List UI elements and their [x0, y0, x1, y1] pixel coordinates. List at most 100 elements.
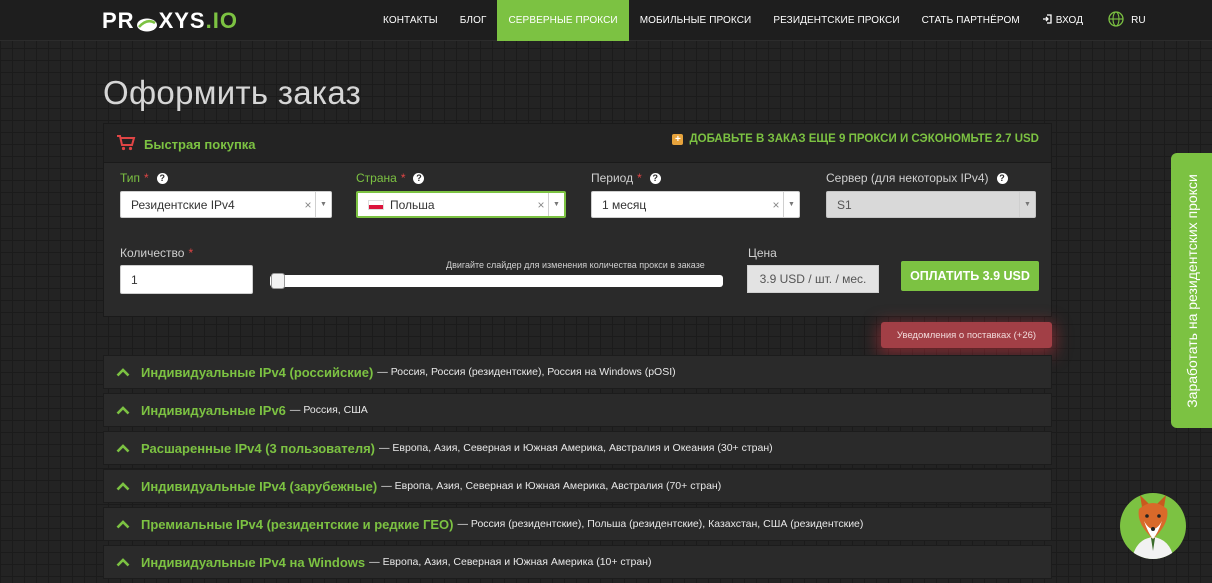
nav-item-contacts[interactable]: КОНТАКТЫ — [372, 0, 449, 41]
category-title: Индивидуальные IPv4 на Windows — [141, 554, 366, 570]
nav-item-resident-proxies[interactable]: РЕЗИДЕНТСКИЕ ПРОКСИ — [762, 0, 910, 41]
country-label-text: Страна — [356, 171, 397, 185]
category-row[interactable]: Индивидуальные IPv6 — Россия, США — [103, 393, 1052, 427]
side-tab-label: Заработать на резидентских прокси — [1183, 173, 1200, 408]
globe-icon — [1108, 11, 1124, 30]
clear-icon[interactable]: × — [769, 198, 783, 212]
login-icon — [1042, 14, 1052, 27]
server-label: Сервер (для некоторых IPv4) ? — [826, 171, 1038, 185]
category-row[interactable]: Индивидуальные IPv4 на Windows — Европа,… — [103, 545, 1052, 579]
category-title: Индивидуальные IPv6 — [141, 402, 286, 418]
help-icon[interactable]: ? — [156, 172, 168, 184]
plus-icon: + — [672, 133, 684, 145]
category-title: Индивидуальные IPv4 (российские) — [141, 364, 374, 380]
type-select[interactable]: Резидентские IPv4 × ▼ — [120, 191, 332, 218]
type-label: Тип * ? — [120, 171, 332, 185]
chevron-up-icon — [116, 519, 130, 529]
pay-button[interactable]: ОПЛАТИТЬ 3.9 USD — [901, 261, 1039, 291]
server-label-text: Сервер (для некоторых IPv4) — [826, 171, 989, 185]
required-mark: * — [144, 171, 149, 185]
category-description: — Европа, Азия, Северная и Южная Америка… — [381, 480, 722, 492]
clear-icon[interactable]: × — [534, 198, 548, 212]
required-mark: * — [400, 171, 406, 185]
price-label: Цена — [748, 246, 777, 260]
category-row[interactable]: Премиальные IPv4 (резидентские и редкие … — [103, 507, 1052, 541]
price-label-text: Цена — [748, 246, 777, 260]
login-label: ВХОД — [1055, 15, 1084, 26]
category-row[interactable]: Расшаренные IPv4 (3 пользователя) — Евро… — [103, 431, 1052, 465]
top-navbar: PR XYS .IO КОНТАКТЫ БЛОГ СЕРВЕРНЫЕ ПРОКС… — [0, 0, 1212, 41]
chevron-up-icon — [116, 557, 130, 567]
category-row[interactable]: Индивидуальные IPv4 (российские) — Росси… — [103, 355, 1052, 389]
period-label-text: Период — [591, 171, 634, 185]
logo-text-left: PR — [102, 8, 135, 33]
fox-mascot-icon — [1132, 495, 1174, 559]
chevron-down-icon[interactable]: ▼ — [548, 193, 564, 216]
category-row[interactable]: Индивидуальные IPv4 (зарубежные) — Европ… — [103, 469, 1052, 503]
chevron-up-icon — [116, 405, 130, 415]
period-select-value: 1 месяц — [602, 197, 647, 212]
page-title: Оформить заказ — [103, 74, 362, 111]
quantity-slider-handle[interactable] — [271, 273, 285, 289]
logo-text-suffix: .IO — [205, 8, 238, 33]
type-select-value: Резидентские IPv4 — [131, 197, 235, 212]
proxys-logo[interactable]: PR XYS .IO — [102, 8, 238, 34]
help-icon[interactable]: ? — [649, 172, 661, 184]
nav-item-blog[interactable]: БЛОГ — [449, 0, 498, 41]
logo-text-mid: XYS — [158, 8, 206, 33]
required-mark: * — [637, 171, 642, 185]
clear-icon[interactable]: × — [301, 198, 315, 212]
quantity-input[interactable]: 1 — [120, 265, 253, 294]
country-select[interactable]: Польша × ▼ — [356, 191, 566, 218]
period-select[interactable]: 1 месяц × ▼ — [591, 191, 800, 218]
category-description: — Россия (резидентские), Польша (резиден… — [457, 518, 864, 530]
chevron-down-icon[interactable]: ▼ — [783, 192, 799, 217]
help-icon[interactable]: ? — [413, 172, 425, 184]
quantity-label-text: Количество — [120, 246, 185, 260]
country-label: Страна * ? — [356, 171, 568, 185]
nav-login-link[interactable]: ВХОД — [1031, 0, 1094, 41]
required-mark: * — [188, 246, 194, 260]
language-switcher[interactable]: RU — [1094, 0, 1157, 41]
poland-flag-icon — [368, 199, 384, 210]
nav-menu: КОНТАКТЫ БЛОГ СЕРВЕРНЫЕ ПРОКСИ МОБИЛЬНЫЕ… — [372, 0, 1157, 41]
category-title: Индивидуальные IPv4 (зарубежные) — [141, 478, 378, 494]
language-label: RU — [1131, 15, 1146, 26]
fox-mascot-avatar[interactable] — [1120, 493, 1186, 559]
server-field: Сервер (для некоторых IPv4) ? S1 ▼ — [826, 171, 1038, 219]
chevron-up-icon — [116, 443, 130, 453]
category-description: — Европа, Азия, Северная и Южная Америка… — [379, 442, 773, 454]
category-title: Премиальные IPv4 (резидентские и редкие … — [141, 516, 454, 532]
quantity-slider-track[interactable] — [270, 275, 723, 287]
country-value-text: Польша — [390, 197, 435, 212]
category-description: — Россия, Россия (резидентские), Россия … — [377, 366, 676, 378]
nav-item-mobile-proxies[interactable]: МОБИЛЬНЫЕ ПРОКСИ — [629, 0, 763, 41]
promo-text: ДОБАВЬТЕ В ЗАКАЗ ЕЩЕ 9 ПРОКСИ И СЭКОНОМЬ… — [689, 133, 1039, 145]
chevron-down-icon[interactable]: ▼ — [315, 192, 331, 217]
discount-promo[interactable]: + ДОБАВЬТЕ В ЗАКАЗ ЕЩЕ 9 ПРОКСИ И СЭКОНО… — [672, 133, 1039, 145]
server-select-value: S1 — [837, 197, 852, 212]
server-select: S1 ▼ — [826, 191, 1036, 218]
help-icon[interactable]: ? — [996, 172, 1008, 184]
category-description: — Россия, США — [289, 404, 368, 416]
country-select-value: Польша — [358, 198, 534, 212]
slider-hint: Двигайте слайдер для изменения количеств… — [446, 260, 705, 270]
chevron-up-icon — [116, 367, 130, 377]
country-field: Страна * ? Польша × ▼ — [356, 171, 568, 219]
earn-resident-proxies-tab[interactable]: Заработать на резидентских прокси — [1171, 153, 1212, 428]
category-title: Расшаренные IPv4 (3 пользователя) — [141, 440, 375, 456]
price-display: 3.9 USD / шт. / мес. — [747, 265, 879, 293]
chevron-down-icon: ▼ — [1019, 192, 1035, 217]
quick-order-panel: Быстрая покупка + ДОБАВЬТЕ В ЗАКАЗ ЕЩЕ 9… — [103, 123, 1052, 317]
nav-item-server-proxies[interactable]: СЕРВЕРНЫЕ ПРОКСИ — [497, 0, 629, 41]
category-description: — Европа, Азия, Северная и Южная Америка… — [369, 556, 652, 568]
nav-item-partner[interactable]: СТАТЬ ПАРТНЁРОМ — [911, 0, 1031, 41]
quick-order-header: Быстрая покупка + ДОБАВЬТЕ В ЗАКАЗ ЕЩЕ 9… — [104, 124, 1051, 163]
chevron-up-icon — [116, 481, 130, 491]
type-label-text: Тип — [120, 171, 141, 185]
period-field: Период * ? 1 месяц × ▼ — [591, 171, 801, 219]
type-field: Тип * ? Резидентские IPv4 × ▼ — [120, 171, 332, 219]
logo-leaf-icon — [136, 13, 158, 32]
quantity-label: Количество * — [120, 246, 193, 260]
supply-notifications-button[interactable]: Уведомления о поставках (+26) — [881, 322, 1052, 348]
